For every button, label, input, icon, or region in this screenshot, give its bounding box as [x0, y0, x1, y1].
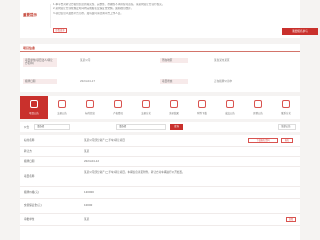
trade-icon	[142, 100, 150, 108]
table-row: 挂牌日期 2024-04-12	[20, 157, 300, 167]
table-row: 审批单位 某某 查看	[20, 214, 300, 226]
tab-target-info[interactable]: 标的信息	[76, 96, 104, 119]
tab-other-notice[interactable]: 其他公告	[244, 96, 272, 119]
tab-label: 交易方式	[141, 112, 151, 115]
project-info-card: 项目信息 项目单位(项目法人/转让方名称) 某某公司 所在地区 某省某市某区 挂…	[20, 44, 300, 92]
tab-deal-notice[interactable]: 成交公告	[216, 96, 244, 119]
result-icon	[170, 100, 178, 108]
filter-label: 公告	[24, 126, 30, 129]
row-key: 项目名称	[24, 175, 35, 178]
detail-table: 标的名称 某某公司部分资产(二手车)转让项目 下载报名资料 报名 转让方 某某 …	[20, 135, 300, 240]
notice-title: 重要提示	[23, 13, 37, 17]
target-icon	[86, 100, 94, 108]
tab-label: 交易公告	[57, 112, 67, 115]
mini-apply-button[interactable]: 报名	[281, 138, 293, 143]
notice-panel: 重要提示 1.本平台对转让方提供信息的真实性、完整性、准确性不承担任何责任，请意…	[20, 0, 318, 38]
row-value: 120000	[84, 191, 94, 194]
tab-bar: 项目公告 交易公告 标的信息 产权情况 交易方式 竞价结果 附件下载 成交公告 …	[20, 96, 300, 119]
field-label: 项目单位(项目法人/转让方名称)	[23, 58, 57, 67]
tab-trade-notice[interactable]: 交易公告	[48, 96, 76, 119]
tab-label: 标的信息	[85, 112, 95, 115]
tab-label: 项目公告	[29, 112, 39, 115]
notice-icon	[30, 100, 38, 108]
tab-project-notice[interactable]: 项目公告	[20, 96, 48, 119]
notice-line: 3.项目信息以最终公告为准，如有疑问请咨询平台工作人员。	[53, 11, 123, 15]
row-value: 某某公司部分资产(二手车)转让项目，车辆信息详见附件，转让方对车辆进行公开处置。	[84, 171, 185, 174]
row-value: 某某	[84, 218, 90, 221]
filter-select-1[interactable]: 请选择	[34, 124, 70, 130]
field-label: 挂牌日期	[23, 79, 57, 85]
tab-label: 其他公告	[253, 112, 263, 115]
tab-download[interactable]: 附件下载	[188, 96, 216, 119]
row-value: 某某	[84, 150, 90, 153]
contact-icon	[282, 100, 290, 108]
notice-line: 2.意向受让方须在规定时间内完成报名及保证金交纳，逾期视为放弃。	[53, 7, 134, 11]
field-value: 某省某市某区	[214, 59, 230, 62]
other-icon	[254, 100, 262, 108]
tab-bid-result[interactable]: 竞价结果	[160, 96, 188, 119]
tab-label: 联系方式	[281, 112, 291, 115]
row-value: 10000	[84, 204, 93, 207]
announcement-icon	[58, 100, 66, 108]
row-key: 挂牌价格(元)	[24, 191, 39, 194]
field-value: 正在挂牌公示中	[214, 80, 233, 83]
field-label: 项目状态	[160, 79, 188, 85]
row-value: 2024-04-12	[84, 160, 100, 163]
field-value: 某某公司	[80, 59, 91, 62]
field-value: 2024-04-17	[80, 80, 96, 83]
tab-label: 成交公告	[225, 112, 235, 115]
filter-bar: 公告 请选择 请选择 查询 全部公告	[20, 122, 300, 132]
view-button[interactable]: 查看	[286, 217, 296, 222]
table-row: 标的名称 某某公司部分资产(二手车)转让项目 下载报名资料 报名	[20, 135, 300, 147]
row-key: 挂牌日期	[24, 160, 35, 163]
row-key: 审批单位	[24, 218, 35, 221]
table-row: 转让方 某某	[20, 147, 300, 157]
tab-contact[interactable]: 联系方式	[272, 96, 300, 119]
notice-type-select[interactable]: 全部公告	[278, 124, 296, 130]
tab-label: 附件下载	[197, 112, 207, 115]
deal-icon	[226, 100, 234, 108]
download-materials-button[interactable]: 下载报名资料	[248, 138, 278, 143]
field-label: 所在地区	[160, 58, 188, 64]
query-button[interactable]: 查询	[170, 124, 183, 130]
row-value: 某某公司部分资产(二手车)转让项目	[84, 139, 125, 142]
notice-line: 1.本平台对转让方提供信息的真实性、完整性、准确性不承担任何责任，请意向受让方自…	[53, 2, 165, 6]
more-button[interactable]: 查看更多	[53, 28, 67, 33]
property-icon	[114, 100, 122, 108]
tab-label: 竞价结果	[169, 112, 179, 115]
row-key: 转让方	[24, 150, 32, 153]
tab-label: 产权情况	[113, 112, 123, 115]
tab-trade-method[interactable]: 交易方式	[132, 96, 160, 119]
project-info-header: 项目信息	[23, 46, 36, 50]
apply-button[interactable]: 我要报名参与	[282, 28, 318, 35]
table-row: 挂牌价格(元) 120000	[20, 187, 300, 199]
notice-lines: 1.本平台对转让方提供信息的真实性、完整性、准确性不承担任何责任，请意向受让方自…	[53, 1, 253, 15]
download-icon	[198, 100, 206, 108]
row-key: 交易保证金(元)	[24, 204, 42, 207]
row-key: 标的名称	[24, 139, 35, 142]
filter-select-2[interactable]: 请选择	[116, 124, 166, 130]
divider	[50, 4, 51, 28]
header-underline	[20, 51, 300, 52]
table-row: 项目名称 某某公司部分资产(二手车)转让项目，车辆信息详见附件，转让方对车辆进行…	[20, 167, 300, 187]
table-row: 交易保证金(元) 10000	[20, 199, 300, 214]
tab-property[interactable]: 产权情况	[104, 96, 132, 119]
